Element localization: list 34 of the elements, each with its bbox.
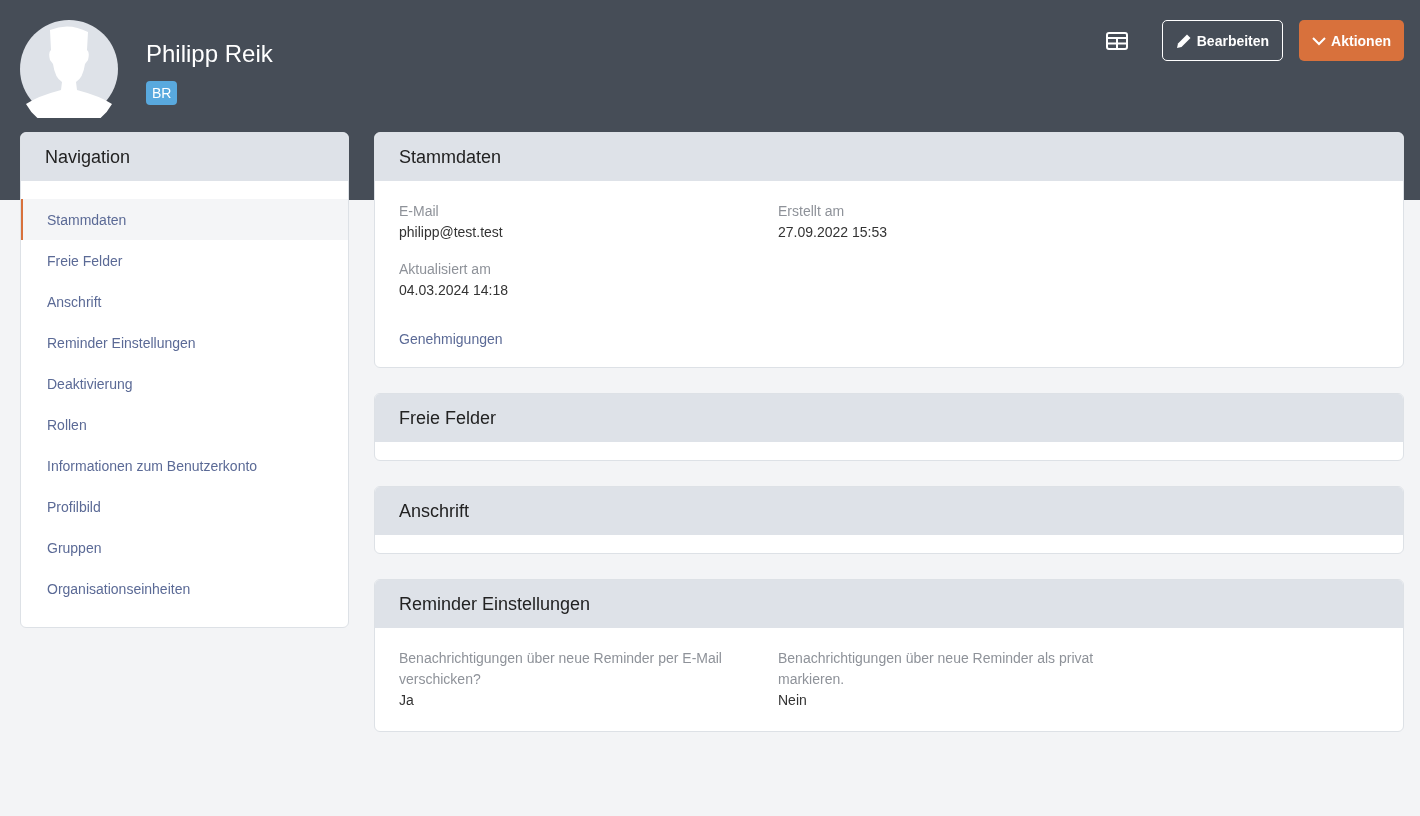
nav-item[interactable]: Gruppen bbox=[21, 527, 348, 568]
actions-button[interactable]: Aktionen bbox=[1299, 20, 1404, 61]
nav-item[interactable]: Informationen zum Benutzerkonto bbox=[21, 445, 348, 486]
section-title: Freie Felder bbox=[375, 394, 1403, 442]
user-name: Philipp Reik bbox=[146, 40, 273, 68]
field-value: Nein bbox=[778, 691, 808, 710]
table-icon bbox=[1105, 31, 1128, 50]
chevron-down-icon bbox=[1312, 35, 1327, 46]
nav-item[interactable]: Profilbild bbox=[21, 486, 348, 527]
approvals-link[interactable]: Genehmigungen bbox=[399, 331, 503, 347]
field-label: Aktualisiert am bbox=[399, 260, 492, 279]
nav-item[interactable]: Stammdaten bbox=[21, 199, 348, 240]
nav-item[interactable]: Freie Felder bbox=[21, 240, 348, 281]
avatar-icon bbox=[20, 20, 118, 118]
field-value: 04.03.2024 14:18 bbox=[399, 281, 509, 300]
role-badge: BR bbox=[146, 81, 178, 105]
pencil-icon bbox=[1175, 32, 1192, 49]
field-value: Ja bbox=[399, 691, 415, 710]
field-value: 27.09.2022 15:53 bbox=[778, 223, 888, 242]
field-label: Erstellt am bbox=[778, 202, 846, 221]
nav-item[interactable]: Organisationseinheiten bbox=[21, 568, 348, 609]
section-title: Anschrift bbox=[375, 487, 1403, 535]
section-title: Stammdaten bbox=[375, 133, 1403, 181]
nav-item[interactable]: Rollen bbox=[21, 404, 348, 445]
section-title: Reminder Einstellungen bbox=[375, 580, 1403, 628]
nav-item[interactable]: Deaktivierung bbox=[21, 363, 348, 404]
edit-button[interactable]: Bearbeiten bbox=[1161, 20, 1284, 61]
field-label: Benachrichtigungen über neue Reminder per E-Mail verschicken? bbox=[399, 649, 723, 689]
field-value: philipp@test.test bbox=[399, 223, 504, 242]
field-label: E-Mail bbox=[399, 202, 440, 221]
navigation-title: Navigation bbox=[21, 133, 348, 181]
nav-item[interactable]: Anschrift bbox=[21, 281, 348, 322]
field-label: Benachrichtigungen über neue Reminder als privat markieren. bbox=[778, 649, 1095, 689]
nav-item[interactable]: Reminder Einstellungen bbox=[21, 322, 348, 363]
